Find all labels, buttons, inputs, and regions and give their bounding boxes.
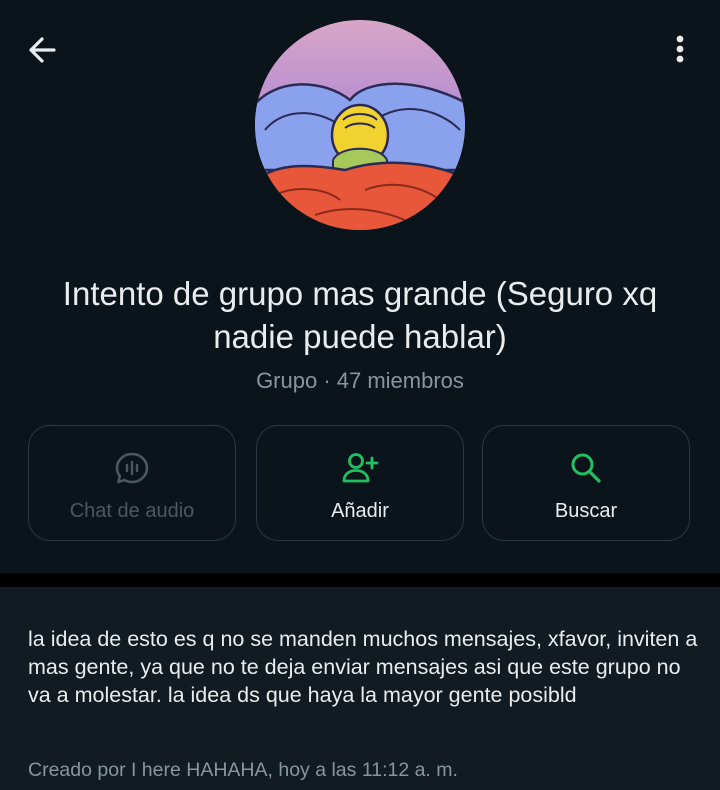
- search-button[interactable]: Buscar: [482, 425, 690, 541]
- audio-chat-label: Chat de audio: [69, 500, 195, 522]
- description-section[interactable]: la idea de esto es q no se manden muchos…: [0, 587, 720, 790]
- search-label: Buscar: [554, 500, 618, 522]
- more-vertical-icon: [676, 35, 684, 63]
- group-avatar[interactable]: [255, 20, 465, 230]
- add-member-label: Añadir: [331, 500, 389, 522]
- group-title: Intento de grupo mas grande (Seguro xq n…: [62, 275, 658, 355]
- audio-chat-icon: [115, 452, 149, 484]
- group-subtitle: Grupo · 47 miembros: [256, 368, 464, 393]
- back-button[interactable]: [24, 30, 64, 70]
- group-description: la idea de esto es q no se manden muchos…: [28, 627, 698, 707]
- add-member-button[interactable]: Añadir: [256, 425, 464, 541]
- group-avatar-image: [255, 20, 465, 230]
- audio-chat-button[interactable]: Chat de audio: [28, 425, 236, 541]
- section-divider: [0, 573, 720, 587]
- action-buttons: Chat de audio Añadir Buscar: [28, 425, 692, 545]
- arrow-left-icon: [29, 37, 56, 63]
- created-by-info: Creado por I here HAHAHA, hoy a las 11:1…: [28, 759, 458, 781]
- search-icon: [571, 453, 601, 483]
- more-options-button[interactable]: [662, 30, 698, 70]
- add-person-icon: [342, 453, 379, 483]
